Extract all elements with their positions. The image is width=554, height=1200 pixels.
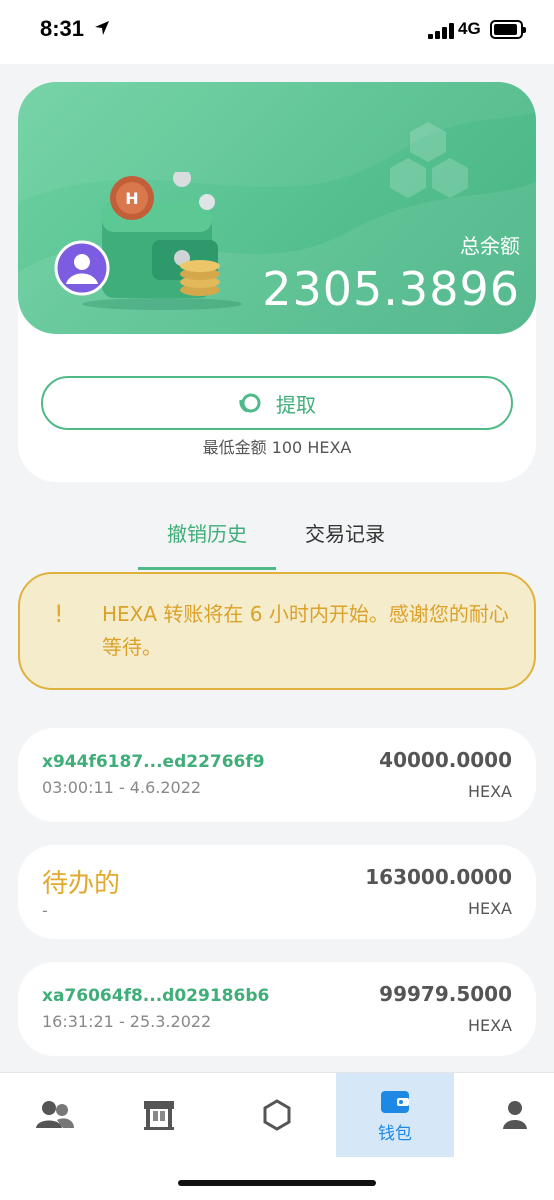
transaction-time: - xyxy=(42,901,48,920)
transaction-unit: HEXA xyxy=(467,899,512,918)
transaction-id: xa76064f8...d029186b6 xyxy=(42,986,270,1006)
transaction-id: x944f6187...ed22766f9 xyxy=(42,752,265,772)
notice-banner: ! HEXA 转账将在 6 小时内开始。感谢您的耐心等待。 xyxy=(18,572,536,690)
transaction-amount: 99979.5000 xyxy=(379,982,512,1006)
nav-item-profile[interactable] xyxy=(460,1073,554,1157)
signal-icon xyxy=(428,23,454,39)
transaction-amount: 40000.0000 xyxy=(379,748,512,772)
withdraw-label: 提取 xyxy=(276,392,316,417)
svg-text:H: H xyxy=(125,189,138,208)
network-label: 4G xyxy=(458,19,481,38)
profile-icon xyxy=(503,1101,527,1129)
balance-panel: H 总余额 2305.3896 xyxy=(18,82,536,334)
status-bar: 8:31 4G xyxy=(0,0,554,64)
team-icon xyxy=(36,1101,74,1128)
tab-transaction-records[interactable]: 交易记录 xyxy=(290,518,400,570)
status-time: 8:31 xyxy=(40,16,85,41)
transaction-card[interactable]: xa76064f8...d029186b6 16:31:21 - 25.3.20… xyxy=(18,962,536,1056)
location-arrow-icon xyxy=(95,21,109,35)
hexagon-icon xyxy=(263,1099,291,1131)
transaction-amount: 163000.0000 xyxy=(365,865,512,889)
balance-value: 2305.3896 xyxy=(262,262,520,316)
wallet-icon xyxy=(381,1090,409,1113)
shop-icon xyxy=(144,1101,174,1130)
wallet-card: H 总余额 2305.3896 提取 最低金额 100 HEXA xyxy=(18,82,536,482)
warning-icon: ! xyxy=(54,600,64,628)
min-amount-text: 最低金额 100 HEXA xyxy=(202,438,352,457)
withdraw-icon xyxy=(239,393,261,413)
transaction-status: 待办的 xyxy=(42,869,121,899)
nav-item-mining[interactable] xyxy=(222,1073,332,1157)
battery-icon xyxy=(490,20,526,39)
tab-withdraw-history[interactable]: 撤销历史 xyxy=(138,518,276,570)
nav-item-wallet[interactable]: 钱包 xyxy=(336,1073,454,1157)
balance-label: 总余额 xyxy=(460,234,520,258)
transaction-card[interactable]: x944f6187...ed22766f9 03:00:11 - 4.6.202… xyxy=(18,728,536,822)
nav-item-shop[interactable] xyxy=(104,1073,214,1157)
hexagon-cluster-icon xyxy=(390,122,468,198)
nav-label-wallet: 钱包 xyxy=(378,1123,412,1144)
transaction-unit: HEXA xyxy=(467,1016,512,1035)
transaction-time: 16:31:21 - 25.3.2022 xyxy=(42,1012,212,1031)
withdraw-button[interactable]: 提取 xyxy=(41,376,513,430)
wallet-illustration: H xyxy=(54,172,242,310)
nav-item-team[interactable] xyxy=(0,1073,110,1157)
transaction-unit: HEXA xyxy=(467,782,512,801)
transaction-card[interactable]: 待办的 - 163000.0000 HEXA xyxy=(18,845,536,939)
notice-text: HEXA 转账将在 6 小时内开始。感谢您的耐心等待。 xyxy=(102,602,509,659)
transaction-time: 03:00:11 - 4.6.2022 xyxy=(42,778,202,797)
home-indicator xyxy=(178,1180,376,1186)
